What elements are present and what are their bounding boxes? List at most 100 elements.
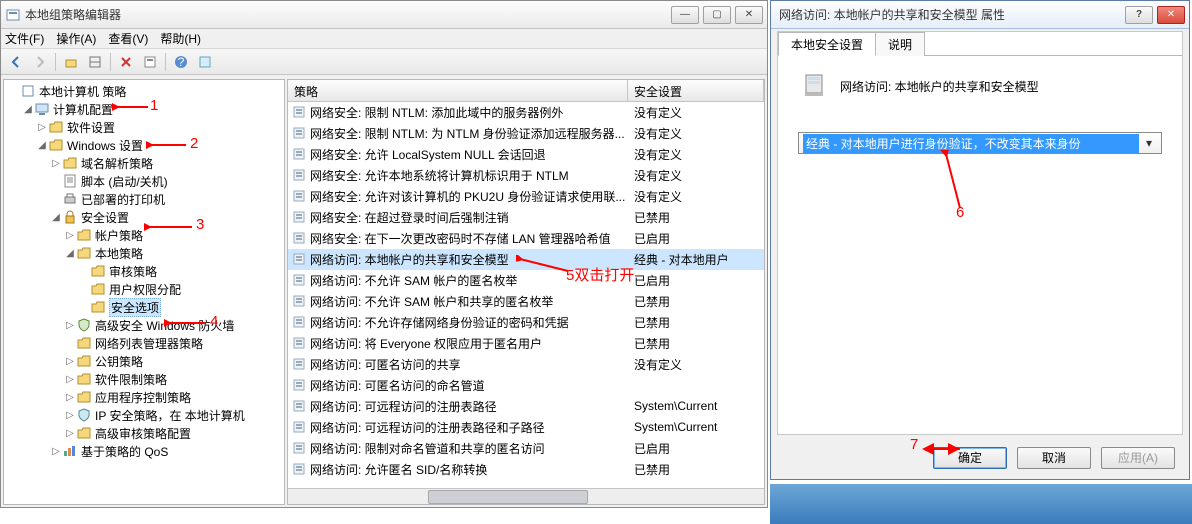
expand-icon[interactable]: ▷ — [64, 428, 76, 439]
tree-adv-audit[interactable]: ▷ 高级审核策略配置 — [8, 424, 282, 442]
apply-button[interactable]: 应用(A) — [1101, 447, 1175, 469]
tree-security-settings[interactable]: ◢ 安全设置 — [8, 208, 282, 226]
expand-icon[interactable]: ▷ — [64, 392, 76, 403]
view-button[interactable] — [194, 51, 216, 73]
expand-icon[interactable]: ▷ — [50, 446, 62, 457]
dialog-help-button[interactable]: ? — [1125, 6, 1153, 24]
tree-software-settings[interactable]: ▷ 软件设置 — [8, 118, 282, 136]
cell-setting: 已禁用 — [630, 293, 764, 310]
tab-local-security[interactable]: 本地安全设置 — [778, 32, 876, 56]
tree-security-options[interactable]: 安全选项 — [8, 298, 282, 316]
tree-windows-settings[interactable]: ◢ Windows 设置 — [8, 136, 282, 154]
tree-computer-config[interactable]: ◢ 计算机配置 — [8, 100, 282, 118]
tree-app-control[interactable]: ▷ 应用程序控制策略 — [8, 388, 282, 406]
menu-view[interactable]: 查看(V) — [108, 30, 148, 47]
policy-list-row[interactable]: 网络安全: 限制 NTLM: 添加此域中的服务器例外没有定义 — [288, 102, 764, 123]
policy-item-icon — [291, 356, 307, 372]
policy-list-row[interactable]: 网络访问: 不允许存储网络身份验证的密码和凭据已禁用 — [288, 312, 764, 333]
horizontal-scrollbar[interactable] — [288, 488, 764, 504]
policy-list-row[interactable]: 网络访问: 不允许 SAM 帐户和共享的匿名枚举已禁用 — [288, 291, 764, 312]
policy-list-row[interactable]: 网络访问: 可匿名访问的共享没有定义 — [288, 354, 764, 375]
tree-scripts[interactable]: 脚本 (启动/关机) — [8, 172, 282, 190]
tree-wfas[interactable]: ▷ 高级安全 Windows 防火墙 — [8, 316, 282, 334]
cell-setting: 已禁用 — [630, 314, 764, 331]
computer-icon — [34, 101, 50, 117]
tree-srp[interactable]: ▷ 软件限制策略 — [8, 370, 282, 388]
expand-icon[interactable]: ▷ — [64, 356, 76, 367]
expand-icon[interactable]: ▷ — [50, 158, 62, 169]
security-model-combo[interactable]: 经典 - 对本地用户进行身份验证，不改变其本来身份 ▾ — [798, 132, 1162, 154]
cell-setting: 已禁用 — [630, 461, 764, 478]
maximize-button[interactable]: ▢ — [703, 6, 731, 24]
policy-item-icon — [291, 251, 307, 267]
scrollbar-thumb[interactable] — [428, 490, 588, 504]
collapse-icon[interactable]: ◢ — [36, 140, 48, 151]
cell-setting: 已禁用 — [630, 335, 764, 352]
close-button[interactable]: ✕ — [735, 6, 763, 24]
tree-account-policy[interactable]: ▷ 帐户策略 — [8, 226, 282, 244]
column-policy[interactable]: 策略 — [288, 80, 628, 101]
tree-local-policies[interactable]: ◢ 本地策略 — [8, 244, 282, 262]
tree-pane[interactable]: 本地计算机 策略 ◢ 计算机配置 ▷ 软件设置 ◢ Windows 设置 — [3, 79, 285, 505]
policy-icon — [20, 83, 36, 99]
back-button[interactable] — [5, 51, 27, 73]
cell-setting: 已禁用 — [630, 209, 764, 226]
policy-list-row[interactable]: 网络安全: 允许本地系统将计算机标识用于 NTLM没有定义 — [288, 165, 764, 186]
policy-list-row[interactable]: 网络安全: 在下一次更改密码时不存储 LAN 管理器哈希值已启用 — [288, 228, 764, 249]
policy-list-row[interactable]: 网络安全: 限制 NTLM: 为 NTLM 身份验证添加远程服务器...没有定义 — [288, 123, 764, 144]
shield-icon — [76, 407, 92, 423]
expand-icon[interactable]: ▷ — [64, 410, 76, 421]
policy-list-row[interactable]: 网络安全: 在超过登录时间后强制注销已禁用 — [288, 207, 764, 228]
policy-list-row[interactable]: 网络访问: 本地帐户的共享和安全模型经典 - 对本地用户 — [288, 249, 764, 270]
policy-list-row[interactable]: 网络安全: 允许对该计算机的 PKU2U 身份验证请求使用联...没有定义 — [288, 186, 764, 207]
gpedit-window: 本地组策略编辑器 — ▢ ✕ 文件(F) 操作(A) 查看(V) 帮助(H) ? — [0, 0, 768, 508]
tree-public-key[interactable]: ▷ 公钥策略 — [8, 352, 282, 370]
policy-list-row[interactable]: 网络安全: 允许 LocalSystem NULL 会话回退没有定义 — [288, 144, 764, 165]
forward-button[interactable] — [29, 51, 51, 73]
cancel-button[interactable]: 取消 — [1017, 447, 1091, 469]
expand-icon[interactable]: ▷ — [36, 122, 48, 133]
collapse-icon[interactable]: ◢ — [22, 104, 34, 115]
lock-icon — [62, 209, 78, 225]
tree-dns-policy[interactable]: ▷ 域名解析策略 — [8, 154, 282, 172]
policy-item-icon — [291, 293, 307, 309]
policy-list-row[interactable]: 网络访问: 允许匿名 SID/名称转换已禁用 — [288, 459, 764, 480]
policy-list-row[interactable]: 网络访问: 将 Everyone 权限应用于匿名用户已禁用 — [288, 333, 764, 354]
folder-icon — [76, 335, 92, 351]
expand-icon[interactable]: ▷ — [64, 374, 76, 385]
tree-qos[interactable]: ▷ 基于策略的 QoS — [8, 442, 282, 460]
list-body[interactable]: 网络安全: 限制 NTLM: 添加此域中的服务器例外没有定义网络安全: 限制 N… — [288, 102, 764, 488]
collapse-icon[interactable]: ◢ — [50, 212, 62, 223]
expand-icon[interactable]: ▷ — [64, 320, 76, 331]
properties-button[interactable] — [139, 51, 161, 73]
menu-help[interactable]: 帮助(H) — [160, 30, 201, 47]
menu-action[interactable]: 操作(A) — [56, 30, 96, 47]
policy-list-row[interactable]: 网络访问: 可远程访问的注册表路径System\Current — [288, 396, 764, 417]
collapse-icon[interactable]: ◢ — [64, 248, 76, 259]
policy-list-row[interactable]: 网络访问: 可匿名访问的命名管道 — [288, 375, 764, 396]
policy-item-icon — [291, 272, 307, 288]
policy-list-row[interactable]: 网络访问: 限制对命名管道和共享的匿名访问已启用 — [288, 438, 764, 459]
tree-user-rights[interactable]: 用户权限分配 — [8, 280, 282, 298]
help-button[interactable]: ? — [170, 51, 192, 73]
tree-root[interactable]: 本地计算机 策略 — [8, 82, 282, 100]
dialog-tabs: 本地安全设置 说明 — [778, 31, 1182, 55]
policy-list-pane: 策略 安全设置 网络安全: 限制 NTLM: 添加此域中的服务器例外没有定义网络… — [287, 79, 765, 505]
tree-printers[interactable]: 已部署的打印机 — [8, 190, 282, 208]
ok-button[interactable]: 确定 — [933, 447, 1007, 469]
dialog-close-button[interactable]: ✕ — [1157, 6, 1185, 24]
cell-policy: 网络安全: 在超过登录时间后强制注销 — [310, 209, 630, 226]
tree-ipsec[interactable]: ▷ IP 安全策略，在 本地计算机 — [8, 406, 282, 424]
menu-file[interactable]: 文件(F) — [5, 30, 44, 47]
tree-audit-policy[interactable]: 审核策略 — [8, 262, 282, 280]
delete-button[interactable] — [115, 51, 137, 73]
show-hide-button[interactable] — [84, 51, 106, 73]
tree-nlm[interactable]: 网络列表管理器策略 — [8, 334, 282, 352]
expand-icon[interactable]: ▷ — [64, 230, 76, 241]
column-setting[interactable]: 安全设置 — [628, 80, 764, 101]
minimize-button[interactable]: — — [671, 6, 699, 24]
policy-list-row[interactable]: 网络访问: 可远程访问的注册表路径和子路径System\Current — [288, 417, 764, 438]
policy-list-row[interactable]: 网络访问: 不允许 SAM 帐户的匿名枚举已启用 — [288, 270, 764, 291]
up-button[interactable] — [60, 51, 82, 73]
tab-description[interactable]: 说明 — [875, 32, 925, 56]
